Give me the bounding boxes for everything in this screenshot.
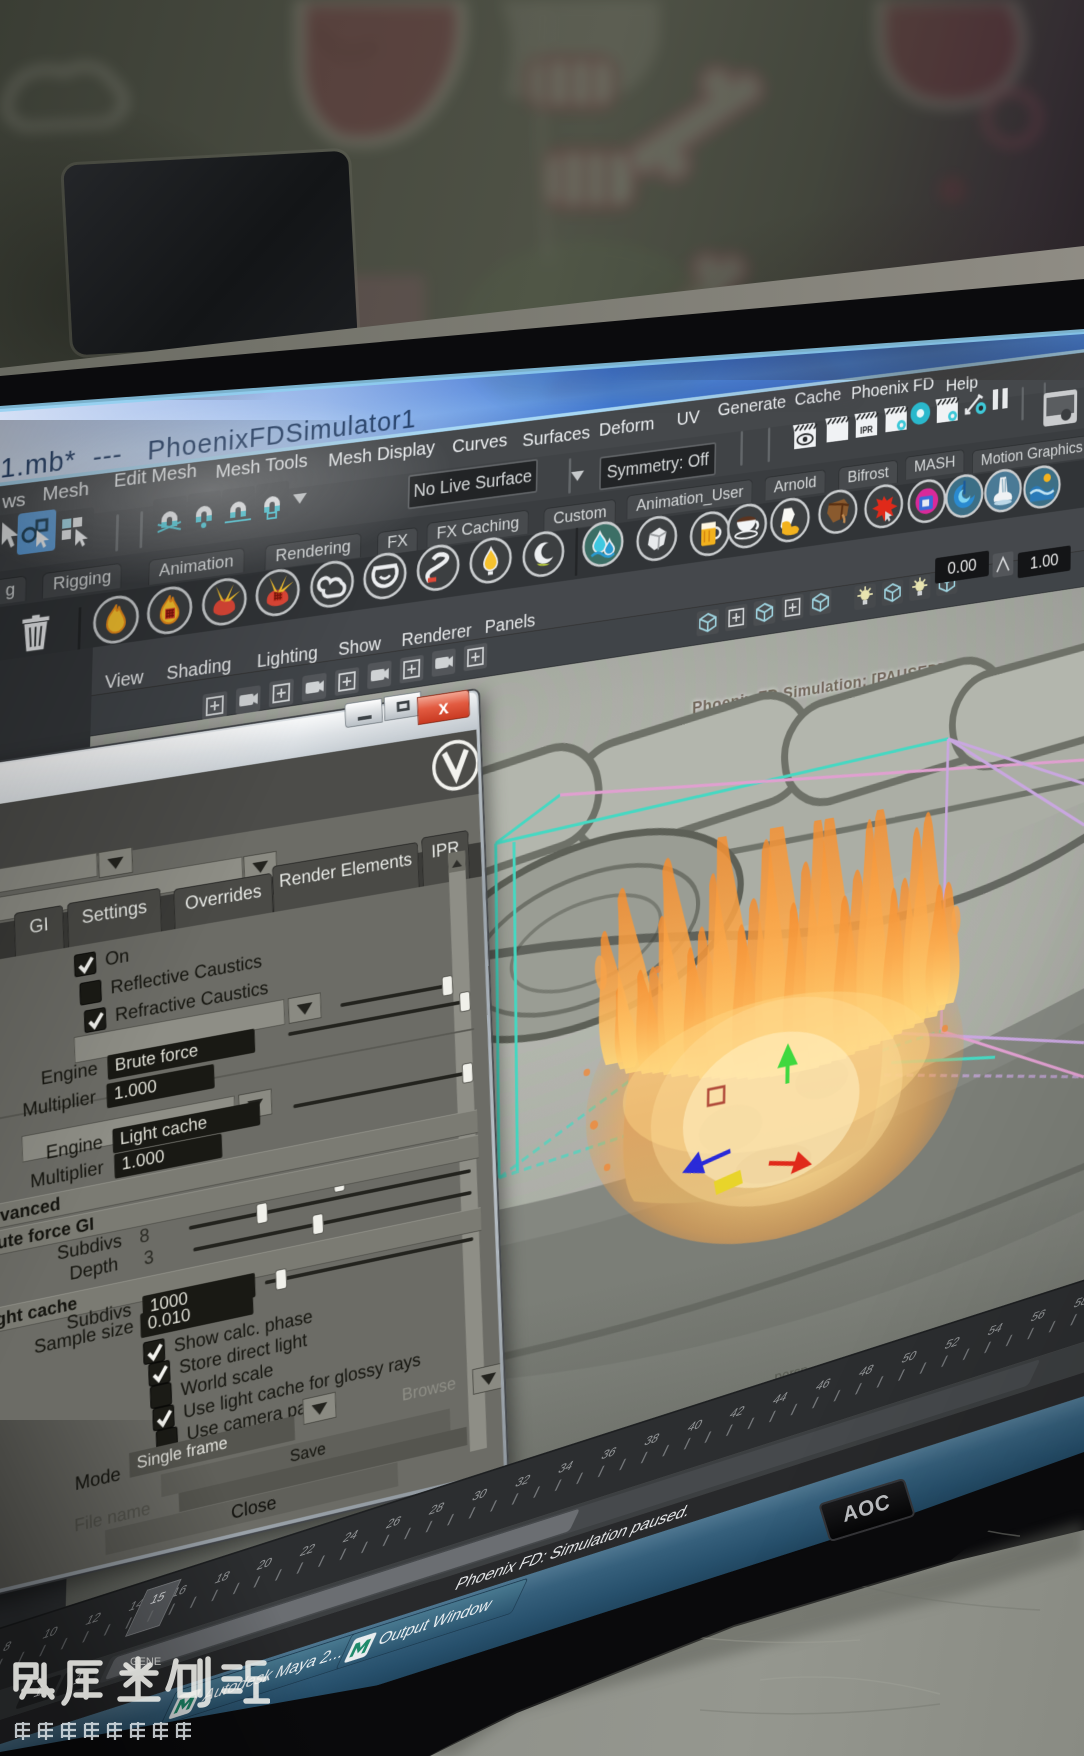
svg-text:GENE: GENE: [130, 1656, 161, 1668]
